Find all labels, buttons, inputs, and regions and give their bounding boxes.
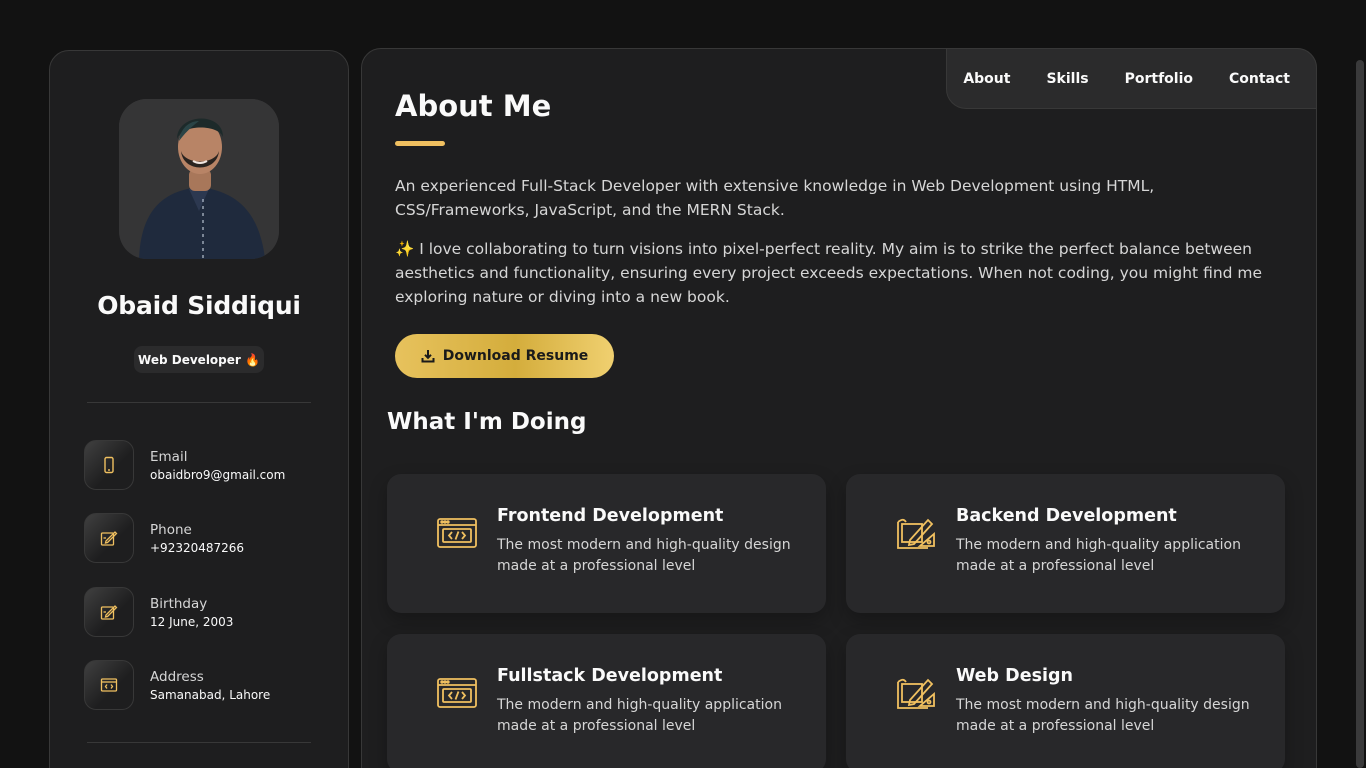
- title-underline: [395, 141, 445, 146]
- sidebar-separator: [87, 742, 311, 743]
- code-window-icon: [435, 514, 479, 554]
- service-title: Web Design: [956, 666, 1073, 686]
- download-resume-button[interactable]: Download Resume: [395, 334, 614, 378]
- avatar: [119, 99, 279, 259]
- service-title: Fullstack Development: [497, 666, 723, 686]
- contact-label: Address: [150, 669, 204, 685]
- design-tools-icon: [894, 514, 938, 554]
- contact-label: Email: [150, 449, 188, 465]
- download-icon: [421, 350, 435, 363]
- nav-link-skills[interactable]: Skills: [1046, 71, 1088, 87]
- service-desc: The modern and high-quality application …: [497, 697, 782, 734]
- service-desc: The most modern and high-quality design …: [497, 537, 791, 574]
- about-paragraph: ✨ I love collaborating to turn visions i…: [395, 240, 1263, 306]
- page-scrollbar[interactable]: [1354, 0, 1366, 768]
- address-value: Samanabad, Lahore: [150, 688, 271, 702]
- sidebar-separator: [87, 402, 311, 403]
- contact-label: Birthday: [150, 596, 208, 612]
- nav-link-contact[interactable]: Contact: [1229, 71, 1290, 87]
- about-paragraph: An experienced Full-Stack Developer with…: [395, 177, 1155, 219]
- nav-link-about[interactable]: About: [963, 71, 1010, 87]
- contact-label: Phone: [150, 522, 192, 538]
- phone-link[interactable]: +92320487266: [150, 541, 244, 555]
- nav-link-portfolio[interactable]: Portfolio: [1125, 71, 1193, 87]
- email-link[interactable]: obaidbro9@gmail.com: [150, 468, 285, 482]
- page-title: About Me: [395, 89, 552, 123]
- navbar: About Skills Portfolio Contact: [946, 48, 1317, 109]
- service-title: Backend Development: [956, 506, 1177, 526]
- profile-title-badge: Web Developer 🔥: [134, 346, 264, 373]
- profile-photo: [119, 99, 279, 259]
- contact-item-address: Address Samanabad, Lahore: [84, 660, 324, 710]
- service-card-frontend: Frontend Development The most modern and…: [387, 474, 826, 613]
- sidebar: Obaid Siddiqui Web Developer 🔥 Email oba…: [49, 50, 349, 768]
- code-window-icon: [435, 674, 479, 714]
- service-desc: The most modern and high-quality design …: [956, 697, 1250, 734]
- contact-item-birthday: Birthday 12 June, 2003: [84, 587, 324, 637]
- download-resume-label: Download Resume: [442, 348, 589, 364]
- service-card-web-design: Web Design The most modern and high-qual…: [846, 634, 1285, 768]
- edit-icon: [84, 513, 134, 563]
- service-card-backend: Backend Development The modern and high-…: [846, 474, 1285, 613]
- services-title: What I'm Doing: [387, 409, 587, 435]
- contact-item-phone: Phone +92320487266: [84, 513, 324, 563]
- service-desc: The modern and high-quality application …: [956, 537, 1241, 574]
- profile-name: Obaid Siddiqui: [97, 291, 301, 320]
- edit-icon: [84, 587, 134, 637]
- scrollbar-thumb[interactable]: [1356, 60, 1364, 768]
- service-card-fullstack: Fullstack Development The modern and hig…: [387, 634, 826, 768]
- mobile-icon: [84, 440, 134, 490]
- birthday-value: 12 June, 2003: [150, 615, 234, 629]
- design-tools-icon: [894, 674, 938, 714]
- service-title: Frontend Development: [497, 506, 724, 526]
- main-panel: About Skills Portfolio Contact About Me …: [361, 48, 1317, 768]
- code-window-icon: [84, 660, 134, 710]
- contact-item-email: Email obaidbro9@gmail.com: [84, 440, 324, 490]
